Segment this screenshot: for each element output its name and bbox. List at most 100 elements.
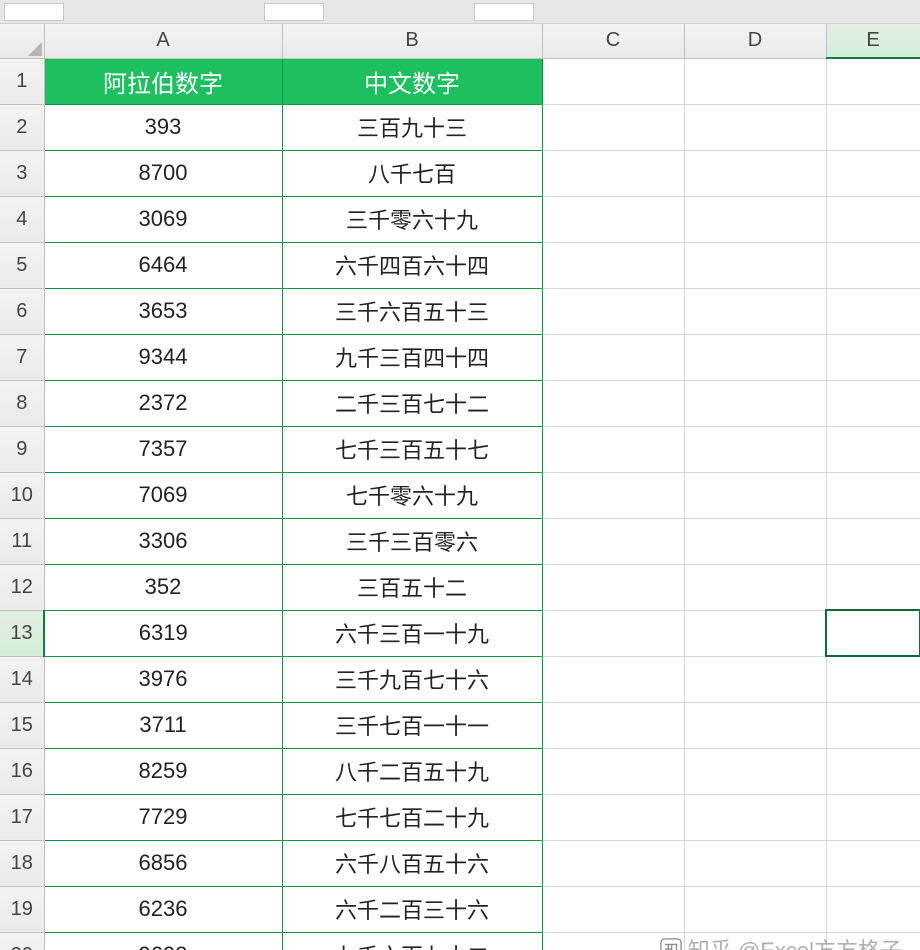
cell-A1[interactable]: 阿拉伯数字: [44, 58, 282, 104]
cell-D10[interactable]: [684, 472, 826, 518]
row-header-15[interactable]: 15: [0, 702, 44, 748]
cell-A13[interactable]: 6319: [44, 610, 282, 656]
cell-C16[interactable]: [542, 748, 684, 794]
cell-A2[interactable]: 393: [44, 104, 282, 150]
cell-B17[interactable]: 七千七百二十九: [282, 794, 542, 840]
row-header-4[interactable]: 4: [0, 196, 44, 242]
cell-C11[interactable]: [542, 518, 684, 564]
cell-B2[interactable]: 三百九十三: [282, 104, 542, 150]
row-header-1[interactable]: 1: [0, 58, 44, 104]
cell-B20[interactable]: 九千六百九十二: [282, 932, 542, 950]
cell-B3[interactable]: 八千七百: [282, 150, 542, 196]
cell-C12[interactable]: [542, 564, 684, 610]
cell-A17[interactable]: 7729: [44, 794, 282, 840]
cell-C5[interactable]: [542, 242, 684, 288]
cell-D2[interactable]: [684, 104, 826, 150]
row-header-12[interactable]: 12: [0, 564, 44, 610]
row-header-13[interactable]: 13: [0, 610, 44, 656]
row-header-14[interactable]: 14: [0, 656, 44, 702]
row-header-19[interactable]: 19: [0, 886, 44, 932]
cell-E15[interactable]: [826, 702, 920, 748]
cell-A19[interactable]: 6236: [44, 886, 282, 932]
row-header-17[interactable]: 17: [0, 794, 44, 840]
cell-B11[interactable]: 三千三百零六: [282, 518, 542, 564]
cell-E8[interactable]: [826, 380, 920, 426]
cell-A8[interactable]: 2372: [44, 380, 282, 426]
cell-E7[interactable]: [826, 334, 920, 380]
cell-C13[interactable]: [542, 610, 684, 656]
cell-B9[interactable]: 七千三百五十七: [282, 426, 542, 472]
cell-A10[interactable]: 7069: [44, 472, 282, 518]
cell-E18[interactable]: [826, 840, 920, 886]
cell-B18[interactable]: 六千八百五十六: [282, 840, 542, 886]
cell-A20[interactable]: 9692: [44, 932, 282, 950]
cell-D12[interactable]: [684, 564, 826, 610]
column-header-B[interactable]: B: [282, 24, 542, 58]
cell-D18[interactable]: [684, 840, 826, 886]
ribbon-group[interactable]: [474, 3, 534, 21]
cell-C8[interactable]: [542, 380, 684, 426]
cell-C17[interactable]: [542, 794, 684, 840]
cell-D20[interactable]: [684, 932, 826, 950]
cell-C2[interactable]: [542, 104, 684, 150]
cell-A11[interactable]: 3306: [44, 518, 282, 564]
cell-B1[interactable]: 中文数字: [282, 58, 542, 104]
column-header-A[interactable]: A: [44, 24, 282, 58]
cell-E2[interactable]: [826, 104, 920, 150]
worksheet[interactable]: A B C D E 1阿拉伯数字中文数字2393三百九十三38700八千七百43…: [0, 24, 920, 950]
ribbon-group[interactable]: [264, 3, 324, 21]
cell-E12[interactable]: [826, 564, 920, 610]
cell-A12[interactable]: 352: [44, 564, 282, 610]
cell-E17[interactable]: [826, 794, 920, 840]
cell-C1[interactable]: [542, 58, 684, 104]
cell-C20[interactable]: [542, 932, 684, 950]
cell-B14[interactable]: 三千九百七十六: [282, 656, 542, 702]
row-header-10[interactable]: 10: [0, 472, 44, 518]
cell-B12[interactable]: 三百五十二: [282, 564, 542, 610]
cell-B6[interactable]: 三千六百五十三: [282, 288, 542, 334]
cell-A9[interactable]: 7357: [44, 426, 282, 472]
cell-C6[interactable]: [542, 288, 684, 334]
row-header-7[interactable]: 7: [0, 334, 44, 380]
column-header-C[interactable]: C: [542, 24, 684, 58]
cell-D7[interactable]: [684, 334, 826, 380]
cell-B10[interactable]: 七千零六十九: [282, 472, 542, 518]
cell-D9[interactable]: [684, 426, 826, 472]
cell-D14[interactable]: [684, 656, 826, 702]
cell-D4[interactable]: [684, 196, 826, 242]
cell-A6[interactable]: 3653: [44, 288, 282, 334]
cell-E1[interactable]: [826, 58, 920, 104]
cell-E5[interactable]: [826, 242, 920, 288]
cell-B13[interactable]: 六千三百一十九: [282, 610, 542, 656]
cell-E4[interactable]: [826, 196, 920, 242]
cell-B8[interactable]: 二千三百七十二: [282, 380, 542, 426]
cell-A18[interactable]: 6856: [44, 840, 282, 886]
row-header-8[interactable]: 8: [0, 380, 44, 426]
cell-E11[interactable]: [826, 518, 920, 564]
cell-B19[interactable]: 六千二百三十六: [282, 886, 542, 932]
row-header-9[interactable]: 9: [0, 426, 44, 472]
cell-D1[interactable]: [684, 58, 826, 104]
cell-C3[interactable]: [542, 150, 684, 196]
cell-B7[interactable]: 九千三百四十四: [282, 334, 542, 380]
cell-A3[interactable]: 8700: [44, 150, 282, 196]
cell-D13[interactable]: [684, 610, 826, 656]
cell-D15[interactable]: [684, 702, 826, 748]
cell-C9[interactable]: [542, 426, 684, 472]
cell-D6[interactable]: [684, 288, 826, 334]
row-header-5[interactable]: 5: [0, 242, 44, 288]
cell-B5[interactable]: 六千四百六十四: [282, 242, 542, 288]
cell-C15[interactable]: [542, 702, 684, 748]
cell-C18[interactable]: [542, 840, 684, 886]
cell-D17[interactable]: [684, 794, 826, 840]
cell-A7[interactable]: 9344: [44, 334, 282, 380]
cell-E10[interactable]: [826, 472, 920, 518]
column-header-E[interactable]: E: [826, 24, 920, 58]
cell-B4[interactable]: 三千零六十九: [282, 196, 542, 242]
cell-A14[interactable]: 3976: [44, 656, 282, 702]
cell-D5[interactable]: [684, 242, 826, 288]
row-header-20[interactable]: 20: [0, 932, 44, 950]
cell-C7[interactable]: [542, 334, 684, 380]
row-header-6[interactable]: 6: [0, 288, 44, 334]
cell-C10[interactable]: [542, 472, 684, 518]
